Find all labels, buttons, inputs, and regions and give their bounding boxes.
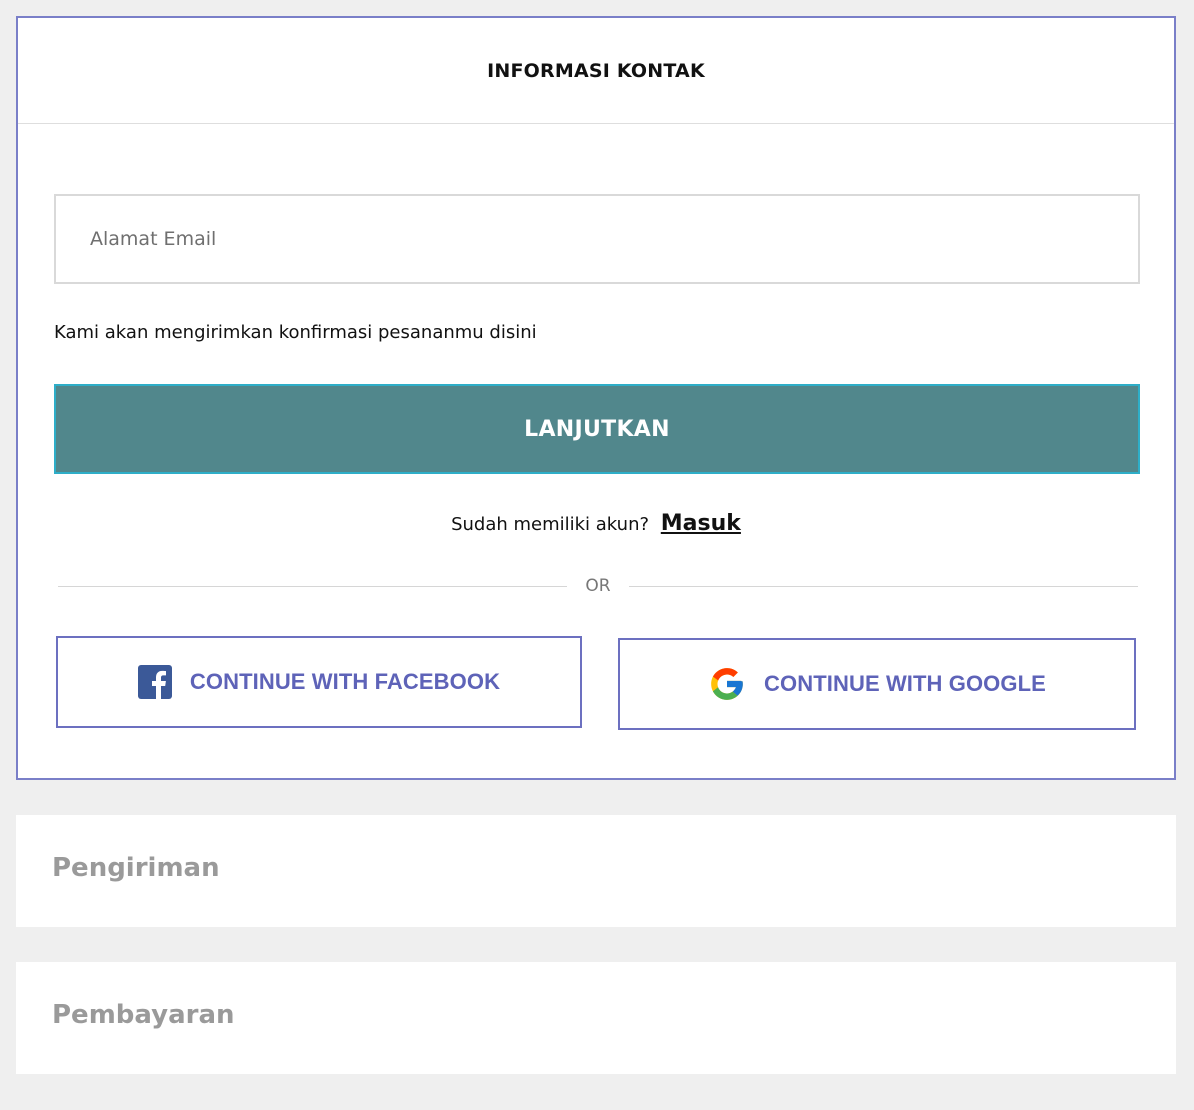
- or-divider: OR: [58, 574, 1139, 598]
- contact-info-card: INFORMASI KONTAK Kami akan mengirimkan k…: [16, 16, 1176, 780]
- login-prompt-row: Sudah memiliki akun? Masuk: [18, 511, 1174, 536]
- shipping-section-title: Pengiriman: [52, 853, 220, 883]
- google-login-button[interactable]: CONTINUE WITH GOOGLE: [618, 638, 1136, 730]
- google-button-label: CONTINUE WITH GOOGLE: [764, 671, 1046, 696]
- divider-line-left: [58, 585, 568, 587]
- divider-text: OR: [585, 576, 611, 596]
- continue-button[interactable]: LANJUTKAN: [54, 384, 1140, 474]
- checkout-page: INFORMASI KONTAK Kami akan mengirimkan k…: [0, 0, 1194, 1110]
- facebook-login-button[interactable]: CONTINUE WITH FACEBOOK: [56, 636, 582, 728]
- login-prompt-text: Sudah memiliki akun?: [451, 514, 650, 535]
- contact-card-title: INFORMASI KONTAK: [487, 59, 705, 82]
- email-helper-text: Kami akan mengirimkan konfirmasi pesanan…: [54, 322, 537, 343]
- divider-line-right: [628, 585, 1139, 587]
- login-link[interactable]: Masuk: [661, 511, 741, 536]
- shipping-section[interactable]: Pengiriman: [16, 815, 1176, 927]
- facebook-button-label: CONTINUE WITH FACEBOOK: [189, 669, 501, 694]
- email-input[interactable]: [54, 194, 1140, 284]
- facebook-icon: [137, 665, 172, 699]
- payment-section[interactable]: Pembayaran: [16, 962, 1176, 1074]
- contact-card-header: INFORMASI KONTAK: [18, 18, 1174, 124]
- payment-section-title: Pembayaran: [52, 1000, 235, 1030]
- google-icon: [708, 665, 746, 703]
